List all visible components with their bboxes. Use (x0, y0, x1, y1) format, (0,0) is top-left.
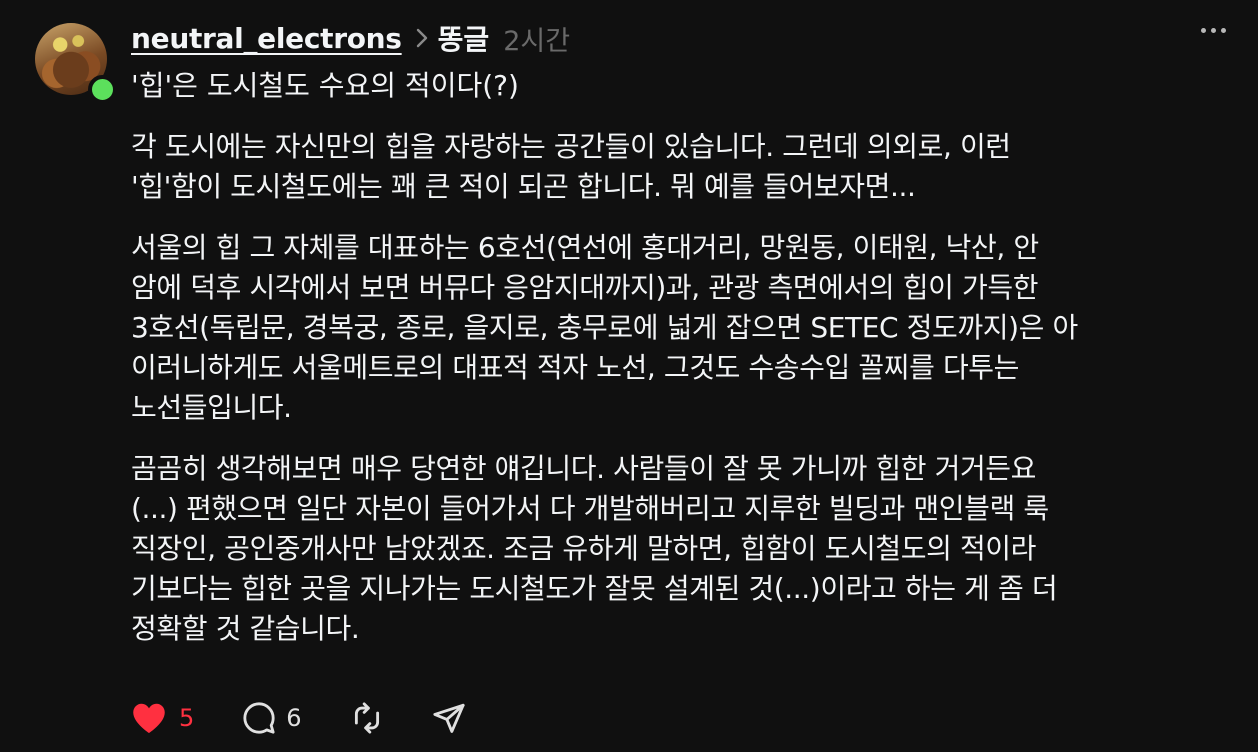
more-dot-icon (1211, 28, 1216, 33)
like-count: 5 (179, 704, 195, 732)
username-link[interactable]: neutral_electrons (131, 22, 402, 55)
chevron-right-icon (416, 28, 428, 48)
reply-count: 6 (286, 704, 302, 732)
more-options-button[interactable] (1201, 28, 1226, 33)
post-header: neutral_electrons 똥글 2시간 (131, 18, 570, 58)
heart-filled-icon (131, 701, 167, 735)
paragraph: 각 도시에는 자신만의 힙을 자랑하는 공간들이 있습니다. 그런데 의외로, … (131, 127, 1231, 207)
paragraph: 곰곰히 생각해보면 매우 당연한 얘깁니다. 사람들이 잘 못 가니까 힙한 거… (131, 449, 1231, 649)
body-line: 정확할 것 같습니다. (131, 612, 360, 645)
community-link[interactable]: 똥글 (438, 18, 490, 58)
more-dot-icon (1201, 28, 1206, 33)
avatar-container[interactable] (35, 23, 117, 104)
action-bar: 5 6 (131, 698, 514, 738)
paragraph: 서울의 힙 그 자체를 대표하는 6호선(연선에 홍대거리, 망원동, 이태원,… (131, 228, 1231, 428)
body-line: 이러니하게도 서울메트로의 대표적 적자 노선, 그것도 수송수입 꼴찌를 다투… (131, 351, 1020, 384)
post-title: '힙'은 도시철도 수요의 적이다(?) (131, 69, 519, 102)
online-status-dot (88, 75, 117, 104)
post-body: 각 도시에는 자신만의 힙을 자랑하는 공간들이 있습니다. 그런데 의외로, … (131, 127, 1231, 670)
body-line: 암에 덕후 시각에서 보면 버뮤다 응암지대까지)과, 관광 측면에서의 힙이 … (131, 271, 1039, 304)
reply-button[interactable]: 6 (242, 701, 302, 735)
post-timestamp: 2시간 (503, 25, 571, 57)
body-line: '힙'함이 도시철도에는 꽤 큰 적이 되곤 합니다. 뭐 예를 들어보자면..… (131, 170, 916, 203)
body-line: 곰곰히 생각해보면 매우 당연한 얘깁니다. 사람들이 잘 못 가니까 힙한 거… (131, 452, 1037, 485)
speech-bubble-icon (242, 701, 276, 735)
body-line: 직장인, 공인중개사만 남았겠죠. 조금 유하게 말하면, 힙함이 도시철도의 … (131, 532, 1037, 565)
repost-icon (350, 701, 384, 735)
repost-button[interactable] (350, 701, 384, 735)
paper-plane-icon (432, 701, 466, 735)
body-line: 노선들입니다. (131, 391, 292, 424)
body-line: (...) 편했으면 일단 자본이 들어가서 다 개발해버리고 지루한 빌딩과 … (131, 492, 1049, 525)
thread-post: neutral_electrons 똥글 2시간 '힙'은 도시철도 수요의 적… (0, 0, 1258, 752)
like-button[interactable]: 5 (131, 701, 194, 735)
body-line: 3호선(독립문, 경복궁, 종로, 을지로, 충무로에 넓게 잡으면 SETEC… (131, 311, 1078, 344)
body-line: 기보다는 힙한 곳을 지나가는 도시철도가 잘못 설계된 것(...)이라고 하… (131, 572, 1058, 605)
body-line: 각 도시에는 자신만의 힙을 자랑하는 공간들이 있습니다. 그런데 의외로, … (131, 130, 1011, 163)
share-button[interactable] (432, 701, 466, 735)
more-dot-icon (1221, 28, 1226, 33)
body-line: 서울의 힙 그 자체를 대표하는 6호선(연선에 홍대거리, 망원동, 이태원,… (131, 231, 1039, 264)
